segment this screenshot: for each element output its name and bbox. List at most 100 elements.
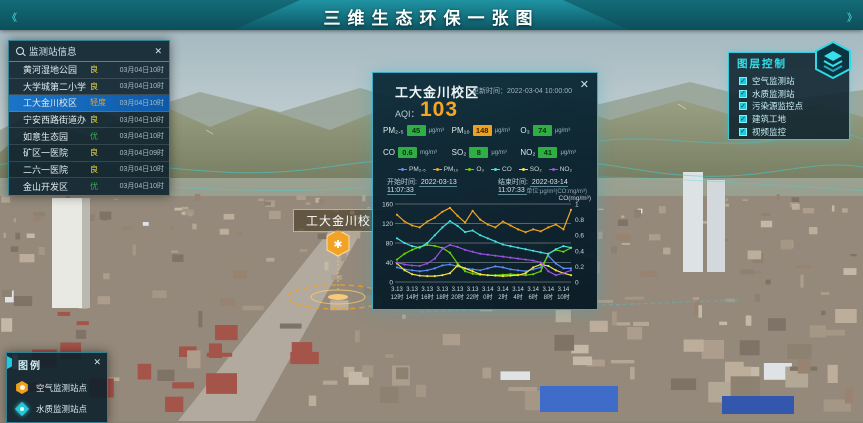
layer-checkbox[interactable]: ✓ xyxy=(739,115,747,123)
svg-text:3.14: 3.14 xyxy=(512,287,524,293)
station-time: 03月04日10时 xyxy=(116,98,164,108)
chart-legend-item[interactable]: SO₂ xyxy=(519,166,542,173)
map-legend-icon xyxy=(15,402,29,416)
svg-text:3.14: 3.14 xyxy=(558,287,570,293)
grey-tower-1 xyxy=(683,172,703,272)
layer-checkbox[interactable]: ✓ xyxy=(739,102,747,110)
chart-legend-item[interactable]: PM₂.₅ xyxy=(398,166,426,173)
station-row[interactable]: 宁安西路街道办 良 03月04日10时 xyxy=(9,112,169,129)
pollutant-cell: SO₂ 8 μg/m³ xyxy=(452,147,521,158)
white-tower xyxy=(52,198,82,308)
layer-checkbox[interactable]: ✓ xyxy=(739,77,747,85)
aqi-value: 103 xyxy=(420,98,458,122)
station-grade: 良 xyxy=(90,64,116,75)
map-legend-item: 水质监测站点 xyxy=(15,398,103,419)
layer-list: ✓ 空气监测站 ✓ 水质监测站 ✓ 污染源监控点 ✓ 建筑工地 ✓ 视频监控 xyxy=(739,75,845,138)
pollutant-trend-chart: 0408012016000.20.40.60.81CO(mg/m³)3.1312… xyxy=(379,194,591,306)
layer-item[interactable]: ✓ 污染源监控点 xyxy=(739,100,845,113)
svg-text:0: 0 xyxy=(575,280,579,287)
pollutant-unit: μg/m³ xyxy=(560,150,575,156)
station-row[interactable]: 金山开发区 优 03月04日10时 xyxy=(9,178,169,195)
chart-legend-item[interactable]: CO xyxy=(491,166,512,173)
svg-text:14时: 14时 xyxy=(406,293,419,301)
station-time: 03月04日10时 xyxy=(116,164,164,174)
layer-item[interactable]: ✓ 水质监测站 xyxy=(739,88,845,101)
svg-text:3.13: 3.13 xyxy=(391,287,403,293)
station-name: 黄河湿地公园 xyxy=(23,63,90,76)
station-grade: 良 xyxy=(90,81,116,92)
svg-text:3.14: 3.14 xyxy=(542,287,554,293)
svg-text:18时: 18时 xyxy=(436,293,449,301)
station-name: 如意生态园 xyxy=(23,130,90,143)
layer-panel-title: 图层控制 xyxy=(737,56,787,71)
svg-text:0.2: 0.2 xyxy=(575,264,584,271)
station-row[interactable]: 工大金川校区 轻度 03月04日10时 xyxy=(9,95,169,112)
search-icon xyxy=(16,47,24,55)
pollutant-unit: μg/m³ xyxy=(491,150,506,156)
station-grade: 良 xyxy=(90,147,116,158)
svg-text:0.4: 0.4 xyxy=(575,248,584,255)
blue-roof-2 xyxy=(722,396,794,414)
legend-line-icon xyxy=(519,169,528,170)
legend-line-icon xyxy=(491,169,500,170)
svg-text:0: 0 xyxy=(389,280,393,287)
station-row[interactable]: 黄河湿地公园 良 03月04日10时 xyxy=(9,62,169,79)
layer-item[interactable]: ✓ 建筑工地 xyxy=(739,113,845,126)
layers-hex-icon[interactable] xyxy=(812,40,854,80)
layer-label: 建筑工地 xyxy=(752,113,786,125)
chart-legend-item[interactable]: O₃ xyxy=(465,166,484,173)
svg-text:1: 1 xyxy=(575,202,579,209)
pollutant-cell: PM₂.₅ 45 μg/m³ xyxy=(383,125,452,136)
pollutant-label: NO₂ xyxy=(520,148,535,157)
pollutant-value-badge: 8 xyxy=(469,147,488,158)
white-tower-side xyxy=(82,198,90,308)
svg-text:3.13: 3.13 xyxy=(437,287,449,293)
layer-checkbox[interactable]: ✓ xyxy=(739,128,747,136)
station-row[interactable]: 大学城第二小学 良 03月04日10时 xyxy=(9,79,169,96)
chart-legend-item[interactable]: NO₂ xyxy=(549,166,572,173)
pollutant-label: O₃ xyxy=(520,126,529,135)
pollutant-unit: mg/m³ xyxy=(420,150,437,156)
header-chevrons-left-icon: 《 xyxy=(7,9,16,24)
station-time: 03月04日10时 xyxy=(116,81,164,91)
layer-label: 视频监控 xyxy=(752,126,786,138)
svg-text:4时: 4时 xyxy=(513,293,522,301)
station-time: 03月04日10时 xyxy=(116,65,164,75)
pollutant-cell: O₃ 74 μg/m³ xyxy=(520,125,589,136)
marker-fan-icon: ✱ xyxy=(333,239,342,251)
layer-label: 污染源监控点 xyxy=(752,100,803,112)
svg-text:3.14: 3.14 xyxy=(497,287,509,293)
pollutant-label: PM₁₀ xyxy=(452,126,470,135)
station-row[interactable]: 如意生态园 优 03月04日10时 xyxy=(9,128,169,145)
svg-text:6时: 6时 xyxy=(529,293,538,301)
layer-item[interactable]: ✓ 视频监控 xyxy=(739,125,845,138)
pollutant-cell: PM₁₀ 148 μg/m³ xyxy=(452,125,521,136)
map-legend-close-icon[interactable]: ✕ xyxy=(93,357,101,368)
popup-update-time: 更新时间：2022-03-04 10:00:00 xyxy=(472,86,572,96)
layer-label: 空气监测站 xyxy=(752,75,795,87)
station-name: 二六一医院 xyxy=(23,163,90,176)
legend-line-icon xyxy=(465,169,474,170)
legend-line-icon xyxy=(398,169,407,170)
svg-text:0.6: 0.6 xyxy=(575,233,584,240)
station-row[interactable]: 矿区一医院 良 03月04日09时 xyxy=(9,145,169,162)
pollutant-cell: NO₂ 41 μg/m³ xyxy=(520,147,589,158)
station-panel-close-icon[interactable]: ✕ xyxy=(154,46,162,57)
svg-text:22时: 22时 xyxy=(466,293,479,301)
popup-close-icon[interactable]: ✕ xyxy=(580,78,589,91)
pollutant-unit: μg/m³ xyxy=(495,128,510,134)
layer-checkbox[interactable]: ✓ xyxy=(739,90,747,98)
station-row[interactable]: 二六一医院 良 03月04日10时 xyxy=(9,162,169,179)
pollutant-value-badge: 0.6 xyxy=(398,147,417,158)
map-legend-item: 空气监测站点 xyxy=(15,377,103,398)
pollutant-unit: μg/m³ xyxy=(429,128,444,134)
svg-text:0时: 0时 xyxy=(483,293,492,301)
station-grade: 优 xyxy=(90,181,116,192)
pollutant-value-badge: 41 xyxy=(538,147,557,158)
legend-name: CO xyxy=(502,166,512,173)
svg-text:2时: 2时 xyxy=(498,293,507,301)
svg-text:3.13: 3.13 xyxy=(421,287,433,293)
chart-legend-item[interactable]: PM₁₀ xyxy=(433,166,459,173)
pollutant-unit: μg/m³ xyxy=(555,128,570,134)
update-time-value: 2022-03-04 10:00:00 xyxy=(507,88,572,95)
